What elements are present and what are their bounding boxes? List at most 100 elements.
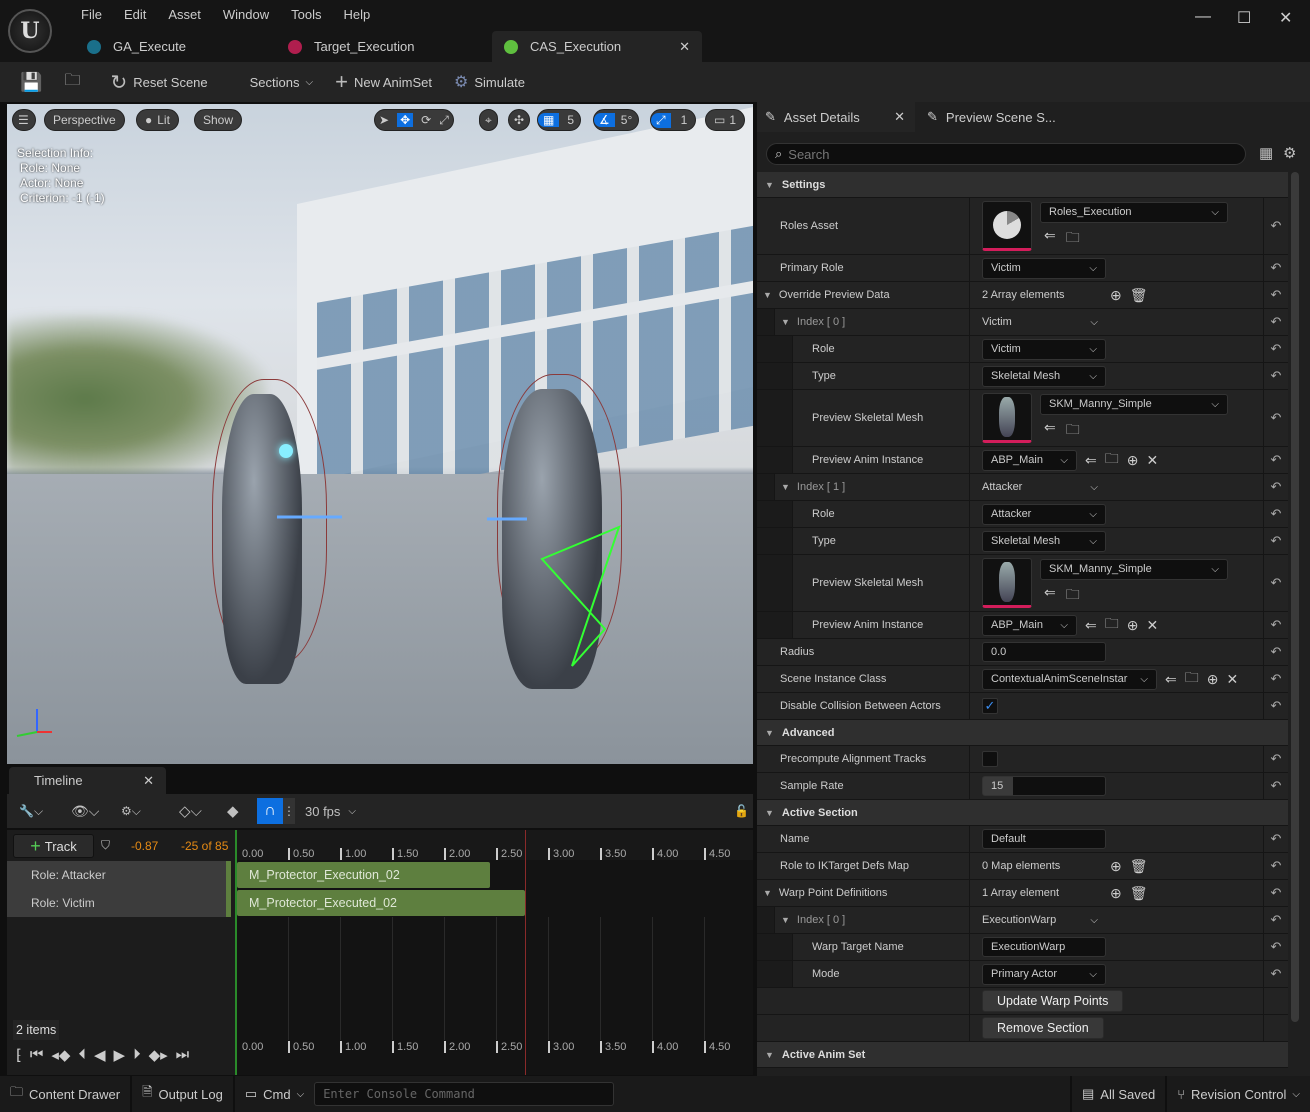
browse-icon[interactable]: 🗀 xyxy=(1105,613,1119,637)
tab-cas-execution[interactable]: CAS_Execution ✕ xyxy=(492,31,702,62)
tab-target-execution[interactable]: Target_Execution xyxy=(276,31,486,62)
snap-options-icon[interactable]: ⋮ xyxy=(283,798,295,824)
clear-icon[interactable]: ✕ xyxy=(1146,617,1158,634)
close-window-button[interactable]: ✕ xyxy=(1279,8,1292,28)
step-back-icon[interactable]: ⏴ xyxy=(78,1046,86,1064)
table-view-icon[interactable]: ▦ xyxy=(1259,144,1273,162)
action-button[interactable]: Remove Section xyxy=(982,1017,1104,1039)
property-combo[interactable]: Skeletal Mesh ⌵ xyxy=(982,365,1106,387)
reset-to-default-icon[interactable]: ↶ xyxy=(1263,282,1288,308)
menu-help[interactable]: Help xyxy=(332,7,381,22)
reset-to-default-icon[interactable]: ↶ xyxy=(1263,693,1288,719)
local-space-icon[interactable]: ✣ xyxy=(508,109,531,131)
add-element-icon[interactable]: ⊕ xyxy=(1110,885,1122,902)
property-combo[interactable]: Victim ⌵ xyxy=(982,338,1106,360)
add-track-button[interactable]: + Track xyxy=(13,834,94,858)
tab-asset-details[interactable]: ✎ Asset Details ✕ xyxy=(757,102,915,132)
viewport[interactable]: ☰ Perspective ● Lit Show ➤ ✥ ⟳ ⤢ ⌖ ✣ ▦ 5 ∡ 5° … xyxy=(7,104,753,764)
track-role-victim[interactable]: Role: Victim xyxy=(7,889,227,917)
revision-control-button[interactable]: ⑂ Revision Control ⌵ xyxy=(1165,1076,1310,1112)
action-button[interactable]: Update Warp Points xyxy=(982,990,1124,1012)
settings-gear-icon[interactable]: ⚙ xyxy=(1283,144,1296,162)
angle-snap-button[interactable]: ∡ 5° xyxy=(593,109,640,131)
filter-icon[interactable]: ⛉ xyxy=(101,838,110,853)
prev-key-icon[interactable]: ◂◆ xyxy=(51,1046,70,1064)
select-icon[interactable]: ➤ xyxy=(379,113,389,127)
asset-combo[interactable]: SKM_Manny_Simple ⌵ xyxy=(1040,393,1228,415)
reset-to-default-icon[interactable]: ↶ xyxy=(1263,934,1288,960)
menu-edit[interactable]: Edit xyxy=(113,7,157,22)
anim-clip-victim[interactable]: M_Protector_Executed_02 xyxy=(237,890,525,916)
expand-arrow-icon[interactable]: ▼ xyxy=(765,180,774,190)
view-dropdown-icon[interactable]: 👁⌵ xyxy=(71,803,115,820)
move-icon[interactable]: ✥ xyxy=(397,113,414,127)
reset-to-default-icon[interactable]: ↶ xyxy=(1263,198,1288,254)
asset-combo[interactable]: SKM_Manny_Simple ⌵ xyxy=(1040,558,1228,580)
browse-icon[interactable]: 🗀 xyxy=(1185,667,1199,691)
reset-to-default-icon[interactable]: ↶ xyxy=(1263,666,1288,692)
keyframe-dropdown-icon[interactable]: ◇⌵ xyxy=(179,802,219,820)
expand-arrow-icon[interactable]: ▼ xyxy=(765,1050,774,1060)
reset-to-default-icon[interactable]: ↶ xyxy=(1263,309,1288,335)
grid-snap-button[interactable]: ▦ 5 xyxy=(537,109,582,131)
browse-icon[interactable]: 🗀 xyxy=(1105,448,1119,472)
all-saved-button[interactable]: ▤ All Saved xyxy=(1070,1076,1165,1112)
reset-to-default-icon[interactable]: ↶ xyxy=(1263,853,1288,879)
expand-arrow-icon[interactable]: ▼ xyxy=(781,915,790,925)
use-selected-icon[interactable]: ⇐ xyxy=(1044,227,1056,251)
index-value-combo[interactable]: Attacker ⌵ xyxy=(982,477,1106,498)
property-combo[interactable]: Attacker ⌵ xyxy=(982,503,1106,525)
camera-speed-button[interactable]: ▭ 1 xyxy=(705,109,746,131)
browse-icon[interactable]: 🗀 xyxy=(1066,419,1080,443)
perspective-button[interactable]: Perspective xyxy=(44,109,125,131)
tab-ga-execute[interactable]: GA_Execute xyxy=(75,31,275,62)
anim-clip-attacker[interactable]: M_Protector_Execution_02 xyxy=(237,862,490,888)
clear-icon[interactable]: ✕ xyxy=(1226,671,1238,688)
maximize-button[interactable]: ☐ xyxy=(1237,8,1251,28)
close-tab-icon[interactable]: ✕ xyxy=(143,773,154,789)
add-element-icon[interactable]: ⊕ xyxy=(1110,287,1122,304)
use-selected-icon[interactable]: ⇐ xyxy=(1044,419,1056,443)
go-to-start-icon[interactable]: ⁅ xyxy=(16,1046,22,1064)
add-element-icon[interactable]: ⊕ xyxy=(1110,858,1122,875)
minimize-button[interactable]: — xyxy=(1195,8,1211,26)
menu-file[interactable]: File xyxy=(70,7,113,22)
scale-icon[interactable]: ⤢ xyxy=(439,113,449,128)
index-value-combo[interactable]: Victim ⌵ xyxy=(982,312,1106,333)
unreal-logo-icon[interactable]: U xyxy=(8,9,52,53)
index-value-combo[interactable]: ExecutionWarp ⌵ xyxy=(982,910,1106,931)
expand-arrow-icon[interactable]: ▼ xyxy=(781,317,790,327)
property-text-input[interactable]: 0.0 xyxy=(982,642,1106,662)
current-time[interactable]: -0.87 xyxy=(131,839,158,853)
reset-to-default-icon[interactable]: ↶ xyxy=(1263,501,1288,527)
new-animset-button[interactable]: + New AnimSet xyxy=(335,69,432,95)
section-header-label[interactable]: Active Anim Set xyxy=(782,1049,865,1061)
rotate-icon[interactable]: ⟳ xyxy=(421,113,431,127)
section-header-label[interactable]: Advanced xyxy=(782,727,835,739)
add-icon[interactable]: ⊕ xyxy=(1127,452,1139,469)
add-icon[interactable]: ⊕ xyxy=(1127,617,1139,634)
reset-to-default-icon[interactable]: ↶ xyxy=(1263,363,1288,389)
menu-asset[interactable]: Asset xyxy=(157,7,212,22)
output-log-button[interactable]: 🗎 Output Log xyxy=(132,1076,235,1112)
class-picker[interactable]: ABP_Main ⌵ xyxy=(982,449,1077,471)
reset-to-default-icon[interactable]: ↶ xyxy=(1263,639,1288,665)
show-button[interactable]: Show xyxy=(194,109,243,131)
jump-to-end-icon[interactable]: ⏭ xyxy=(176,1046,190,1064)
sample-rate-slider[interactable]: 15 xyxy=(982,776,1106,796)
viewport-menu-button[interactable]: ☰ xyxy=(12,109,36,131)
reset-scene-button[interactable]: ↻ Reset Scene xyxy=(110,70,207,95)
use-selected-icon[interactable]: ⇐ xyxy=(1085,617,1097,634)
reset-to-default-icon[interactable]: ↶ xyxy=(1263,612,1288,638)
surface-snap-icon[interactable]: ⌖ xyxy=(479,109,498,131)
sections-dropdown[interactable]: Sections ⌵ xyxy=(250,75,313,90)
property-combo[interactable]: Victim ⌵ xyxy=(982,257,1106,279)
play-reverse-icon[interactable]: ◀ xyxy=(94,1046,106,1064)
expand-arrow-icon[interactable]: ▼ xyxy=(763,888,772,898)
delete-all-icon[interactable]: 🗑 xyxy=(1130,287,1148,304)
use-selected-icon[interactable]: ⇐ xyxy=(1085,452,1097,469)
simulate-button[interactable]: ⚙ Simulate xyxy=(454,72,525,92)
mesh-asset-thumbnail[interactable] xyxy=(982,558,1032,608)
expand-arrow-icon[interactable]: ▼ xyxy=(765,808,774,818)
details-scrollbar[interactable] xyxy=(1291,172,1299,1022)
